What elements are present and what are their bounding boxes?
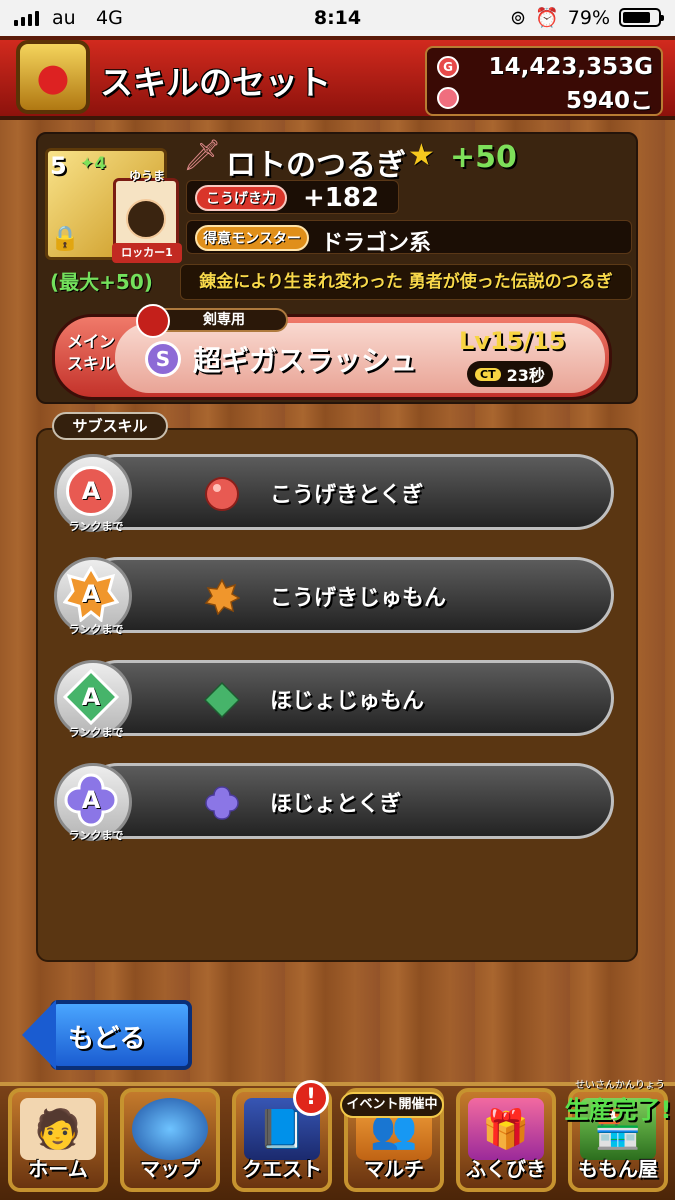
lock-icon[interactable]: 🔒	[50, 224, 80, 252]
quest-notification-badge: !	[293, 1080, 329, 1116]
attack-value: +182	[303, 183, 380, 213]
battery-icon	[619, 8, 664, 27]
nav-lottery-label: ふくびき	[466, 1157, 546, 1181]
back-button[interactable]: もどる	[22, 1000, 192, 1070]
event-ongoing-banner: イベント開催中	[340, 1092, 444, 1118]
support-spell-diamond-icon	[204, 682, 240, 718]
production-complete-label: 生産完了!	[564, 1096, 672, 1124]
rank-caption: ランクまで	[68, 829, 124, 842]
nav-map[interactable]: マップ	[120, 1088, 220, 1192]
main-skill-cooldown: CT 23秒	[467, 361, 553, 387]
nav-home[interactable]: 🧑 ホーム	[8, 1088, 108, 1192]
rank-caption: ランクまで	[68, 623, 124, 636]
nav-momonya-label: ももん屋	[578, 1157, 658, 1181]
back-arrow-icon	[22, 1000, 56, 1070]
weapon-level: 5	[50, 152, 67, 180]
nav-quest-label: クエスト	[242, 1157, 322, 1181]
attack-spell-star-icon	[204, 579, 240, 615]
battery-percent: 79%	[567, 6, 610, 29]
main-skill-label: メイン スキル	[66, 332, 115, 373]
alarm-icon: ⏰	[535, 7, 559, 29]
rank-caption: ランクまで	[68, 520, 124, 533]
owner-avatar: ゆうま ロッカー1	[112, 169, 182, 263]
sub-skill-name: ほじょじゅもん	[270, 689, 425, 714]
ct-label: CT	[475, 367, 501, 381]
gold-amount: 14,423,353G	[488, 54, 653, 80]
currency-panel: G 14,423,353G 5940こ	[425, 46, 663, 116]
hero-face-icon	[126, 199, 166, 239]
star-icon: ★	[408, 138, 435, 173]
nav-multi-label: マルチ	[364, 1157, 424, 1181]
locker-label: ロッカー1	[112, 243, 182, 263]
status-bar: au 4G 8:14 ⊚ ⏰ 79%	[0, 0, 675, 36]
main-skill-panel[interactable]: メイン スキル S 超ギガスラッシュ Lv15/15 CT 23秒	[52, 314, 612, 400]
hero-portrait-icon: 🧑	[20, 1098, 96, 1160]
attack-skill-circle-icon	[205, 477, 239, 511]
rank-a-label: A	[81, 786, 101, 814]
sub-skill-label: サブスキル	[52, 412, 168, 440]
support-skill-flower-icon	[205, 786, 239, 820]
treasure-chest-icon: 🎁	[468, 1098, 544, 1160]
main-skill-level: Lv15/15	[459, 327, 566, 355]
attack-stat: こうげき力 +182	[186, 180, 399, 214]
rank-caption: ランクまで	[68, 726, 124, 739]
favorite-monster-stat: 得意モンスター ドラゴン系	[186, 220, 632, 256]
weapon-plus-level: ✦4	[80, 154, 107, 174]
rank-a-icon: A	[66, 466, 116, 516]
gold-icon: G	[437, 56, 459, 78]
favorite-monster-label: 得意モンスター	[195, 225, 309, 251]
sword-icon: 🗡	[183, 138, 222, 173]
main-skill-name: 超ギガスラッシュ	[193, 344, 418, 377]
ct-value: 23秒	[506, 366, 545, 385]
attack-label: こうげき力	[195, 185, 287, 211]
sword-only-tag: 剣専用	[136, 304, 288, 338]
nav-lottery[interactable]: 🎁 ふくびき	[456, 1088, 556, 1192]
sub-skill-slot-2[interactable]: A ランクまで こうげきじゅもん	[50, 553, 614, 637]
owner-name: ゆうま	[128, 169, 165, 183]
sub-skill-slot-4[interactable]: A ランクまで ほじょとくぎ	[50, 759, 614, 843]
sub-skill-slot-1[interactable]: A ランクまで こうげきとくぎ	[50, 450, 614, 534]
rank-a-label: A	[81, 580, 101, 608]
skill-emblem-icon: ●	[16, 40, 90, 114]
sub-skill-name: こうげきとくぎ	[270, 483, 424, 508]
weapon-refine-value: +50	[450, 140, 517, 175]
rank-a-label: A	[81, 683, 101, 711]
globe-icon	[132, 1098, 208, 1160]
weapon-name: ロトのつるぎ	[226, 148, 406, 183]
favorite-monster-value: ドラゴン系	[321, 231, 432, 256]
orientation-lock-icon: ⊚	[510, 6, 527, 29]
production-caption: せいさんかんりょう	[575, 1080, 665, 1091]
nav-map-label: マップ	[140, 1157, 200, 1181]
sub-skill-slot-3[interactable]: A ランクまで ほじょじゅもん	[50, 656, 614, 740]
gem-amount: 5940こ	[565, 88, 653, 114]
back-button-label: もどる	[68, 1024, 146, 1054]
max-plus-label: (最大+50)	[50, 270, 153, 294]
weapon-description: 錬金により生まれ変わった 勇者が使った伝説のつるぎ	[180, 264, 632, 300]
sub-skill-name: こうげきじゅもん	[270, 586, 447, 611]
skill-rank-s-icon: S	[145, 341, 181, 377]
page-title: スキルのセット	[100, 63, 331, 102]
sub-skill-name: ほじょとくぎ	[270, 792, 402, 817]
nav-home-label: ホーム	[28, 1157, 88, 1181]
gem-icon	[437, 87, 459, 109]
